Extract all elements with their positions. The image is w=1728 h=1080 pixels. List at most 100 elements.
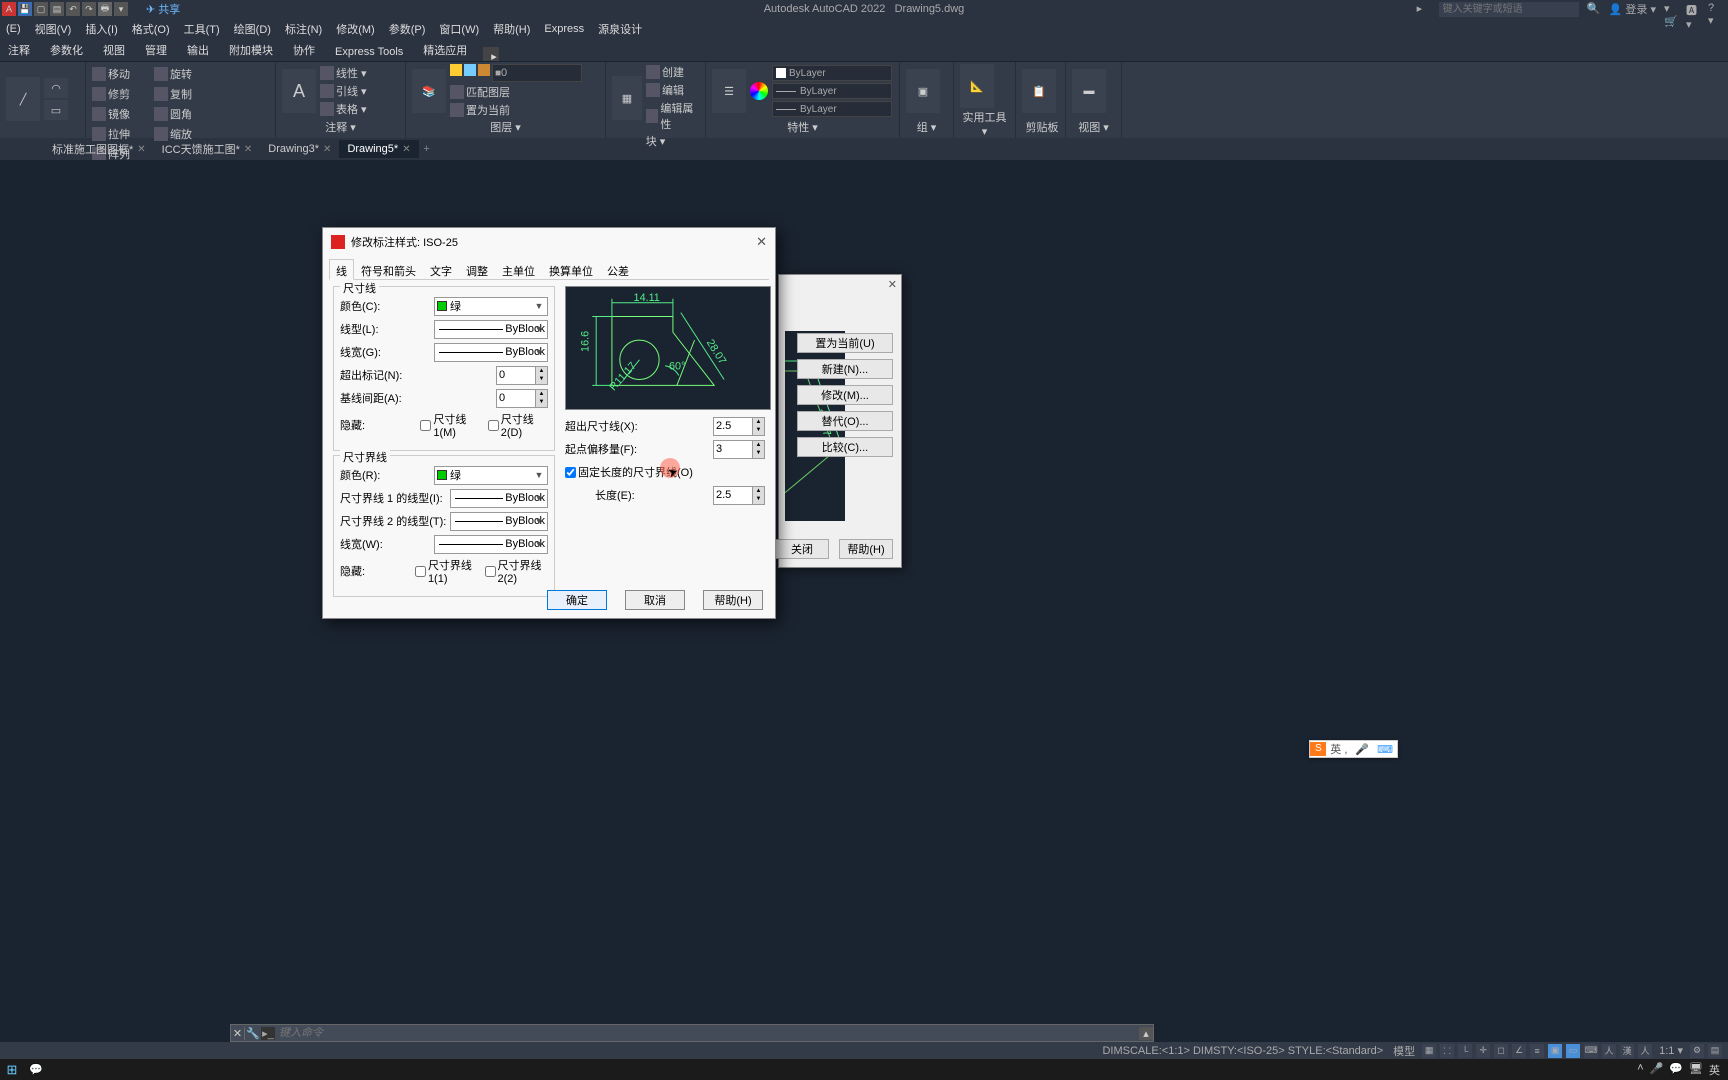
start-button[interactable]: ⊞ — [0, 1060, 24, 1080]
modify-tool-button[interactable]: 移动 — [92, 66, 150, 82]
extline2-ltype-combo[interactable]: ByBlock▼ — [450, 512, 548, 531]
panel-label[interactable]: 视图 ▾ — [1072, 118, 1115, 136]
ortho-icon[interactable]: └ — [1458, 1044, 1472, 1058]
infocenter-arrow-icon[interactable]: ▸ — [1417, 2, 1431, 16]
modify-tool-button[interactable]: 修剪 — [92, 86, 150, 102]
scale-text[interactable]: 1:1 ▾ — [1656, 1044, 1686, 1057]
panel-label[interactable]: 特性 ▾ — [712, 118, 893, 136]
otrack-icon[interactable]: ∠ — [1512, 1044, 1526, 1058]
save-icon[interactable]: 💾 — [18, 2, 32, 16]
block-tool-button[interactable]: 创建 — [646, 64, 699, 80]
dialog-tab[interactable]: 主单位 — [495, 259, 542, 280]
lwt-icon[interactable]: ≡ — [1530, 1044, 1544, 1058]
layer-iso-button[interactable]: 置为当前 — [450, 102, 582, 118]
tray-notify-icon[interactable]: 💬 — [1669, 1062, 1683, 1078]
text-button[interactable]: A — [282, 69, 316, 113]
panel-label[interactable]: 组 ▾ — [906, 118, 947, 136]
ime-mode[interactable]: 英 , — [1326, 741, 1351, 757]
menu-item[interactable]: 帮助(H) — [487, 19, 536, 39]
close-icon[interactable]: ✕ — [888, 278, 897, 291]
tab-close-icon[interactable]: ✕ — [323, 144, 331, 155]
grid-icon[interactable]: ▦ — [1422, 1044, 1436, 1058]
property-combo[interactable]: ByLayer — [772, 83, 892, 99]
insert-block-button[interactable]: ▦ — [612, 76, 642, 120]
annot-tool-button[interactable]: 表格 ▾ — [320, 101, 367, 117]
hide-extline1-check[interactable]: 尺寸界线 1(1) — [415, 557, 478, 585]
ribbon-tab[interactable]: 附加模块 — [221, 39, 281, 61]
layer-freeze-icon[interactable] — [464, 64, 476, 76]
modify-tool-button[interactable]: 镜像 — [92, 106, 150, 122]
hide-dimline1-check[interactable]: 尺寸线 1(M) — [420, 411, 481, 439]
dynmode-icon[interactable]: ⌨ — [1584, 1044, 1598, 1058]
dimline-color-combo[interactable]: 绿▼ — [434, 297, 548, 316]
layer-properties-button[interactable]: 📚 — [412, 69, 446, 113]
command-input[interactable] — [275, 1027, 1139, 1039]
qat-more-icon[interactable]: ▾ — [114, 2, 128, 16]
cmdline-history-icon[interactable]: ▴ — [1139, 1027, 1153, 1040]
modify-tool-button[interactable]: 旋转 — [154, 66, 212, 82]
snap-icon[interactable]: ⸬ — [1440, 1044, 1454, 1058]
menu-item[interactable]: 窗口(W) — [433, 19, 485, 39]
ok-button[interactable]: 确定 — [547, 590, 607, 610]
layer-off-icon[interactable] — [450, 64, 462, 76]
menu-item[interactable]: 视图(V) — [29, 19, 78, 39]
menu-item[interactable]: 格式(O) — [126, 19, 176, 39]
dimstyle-mgr-button[interactable]: 修改(M)... — [797, 385, 893, 405]
cmdline-config-icon[interactable]: 🔧 — [245, 1027, 261, 1040]
base-view-button[interactable]: ▬ — [1072, 69, 1106, 113]
tray-lang-icon[interactable]: 英 — [1709, 1062, 1720, 1078]
redo-icon[interactable]: ↷ — [82, 2, 96, 16]
dimstyle-mgr-button[interactable]: 比较(C)... — [797, 437, 893, 457]
selection-icon[interactable]: ▭ — [1566, 1044, 1580, 1058]
menu-item[interactable]: 参数(P) — [383, 19, 432, 39]
help-button[interactable]: 帮助(H) — [703, 590, 763, 610]
dimline-lwt-combo[interactable]: ByBlock▼ — [434, 343, 548, 362]
cmdline-close-icon[interactable]: ✕ — [231, 1027, 245, 1040]
panel-label[interactable]: 实用工具 ▾ — [960, 108, 1009, 139]
gear-icon[interactable]: ⚙ — [1690, 1044, 1704, 1058]
ribbon-tab[interactable]: 参数化 — [42, 39, 91, 61]
ribbon-tab[interactable]: 精选应用 — [415, 39, 475, 61]
polar-icon[interactable]: ✛ — [1476, 1044, 1490, 1058]
tray-net-icon[interactable]: 🖥 — [1689, 1062, 1703, 1078]
extline1-ltype-combo[interactable]: ByBlock▼ — [450, 489, 548, 508]
open-icon[interactable]: ▢ — [34, 2, 48, 16]
file-tab[interactable]: ICC天馈施工图* ✕ — [154, 138, 261, 160]
tab-close-icon[interactable]: ✕ — [244, 144, 252, 155]
menu-item[interactable]: 源泉设计 — [592, 19, 648, 39]
share-button[interactable]: ✈ 共享 — [146, 1, 180, 17]
ribbon-tab[interactable]: 注释 — [0, 39, 38, 61]
group-button[interactable]: ▣ — [906, 69, 940, 113]
paste-button[interactable]: 📋 — [1022, 69, 1056, 113]
add-tab-button[interactable]: + — [419, 143, 435, 155]
ime-kbd-icon[interactable]: ⌨ — [1373, 743, 1397, 756]
dialog-tab[interactable]: 符号和箭头 — [354, 259, 423, 280]
undo-icon[interactable]: ↶ — [66, 2, 80, 16]
bg-close-button[interactable]: 关闭 — [775, 539, 829, 559]
cancel-button[interactable]: 取消 — [625, 590, 685, 610]
property-combo[interactable]: ByLayer — [772, 101, 892, 117]
measure-button[interactable]: 📐 — [960, 64, 994, 108]
dimstyle-mgr-button[interactable]: 新建(N)... — [797, 359, 893, 379]
panel-label[interactable]: 块 ▾ — [612, 132, 699, 150]
line-button[interactable]: ╱ — [6, 77, 40, 121]
rect-button[interactable]: ▭ — [44, 100, 68, 120]
ime-logo-icon[interactable]: S — [1310, 742, 1326, 756]
menu-item[interactable]: 工具(T) — [178, 19, 226, 39]
ribbon-tab[interactable]: 管理 — [137, 39, 175, 61]
status-mode[interactable]: 模型 — [1390, 1043, 1418, 1059]
arc-button[interactable]: ◠ — [44, 78, 68, 98]
saveall-icon[interactable]: ▤ — [50, 2, 64, 16]
tab-close-icon[interactable]: ✕ — [402, 144, 410, 155]
ribbon-tab[interactable]: 输出 — [179, 39, 217, 61]
extline-lwt-combo[interactable]: ByBlock▼ — [434, 535, 548, 554]
layer-combo[interactable]: ■ 0 — [492, 64, 582, 82]
dialog-tab[interactable]: 调整 — [459, 259, 495, 280]
tray-input-icon[interactable]: 🎤 — [1650, 1062, 1664, 1078]
hide-extline2-check[interactable]: 尺寸界线 2(2) — [485, 557, 548, 585]
transparency-icon[interactable]: ▣ — [1548, 1044, 1562, 1058]
qat-menu-icon[interactable]: A — [2, 2, 16, 16]
file-tab[interactable]: 标准施工图图框* ✕ — [44, 138, 154, 160]
properties-button[interactable]: ☰ — [712, 69, 746, 113]
dialog-tab[interactable]: 换算单位 — [542, 259, 600, 280]
